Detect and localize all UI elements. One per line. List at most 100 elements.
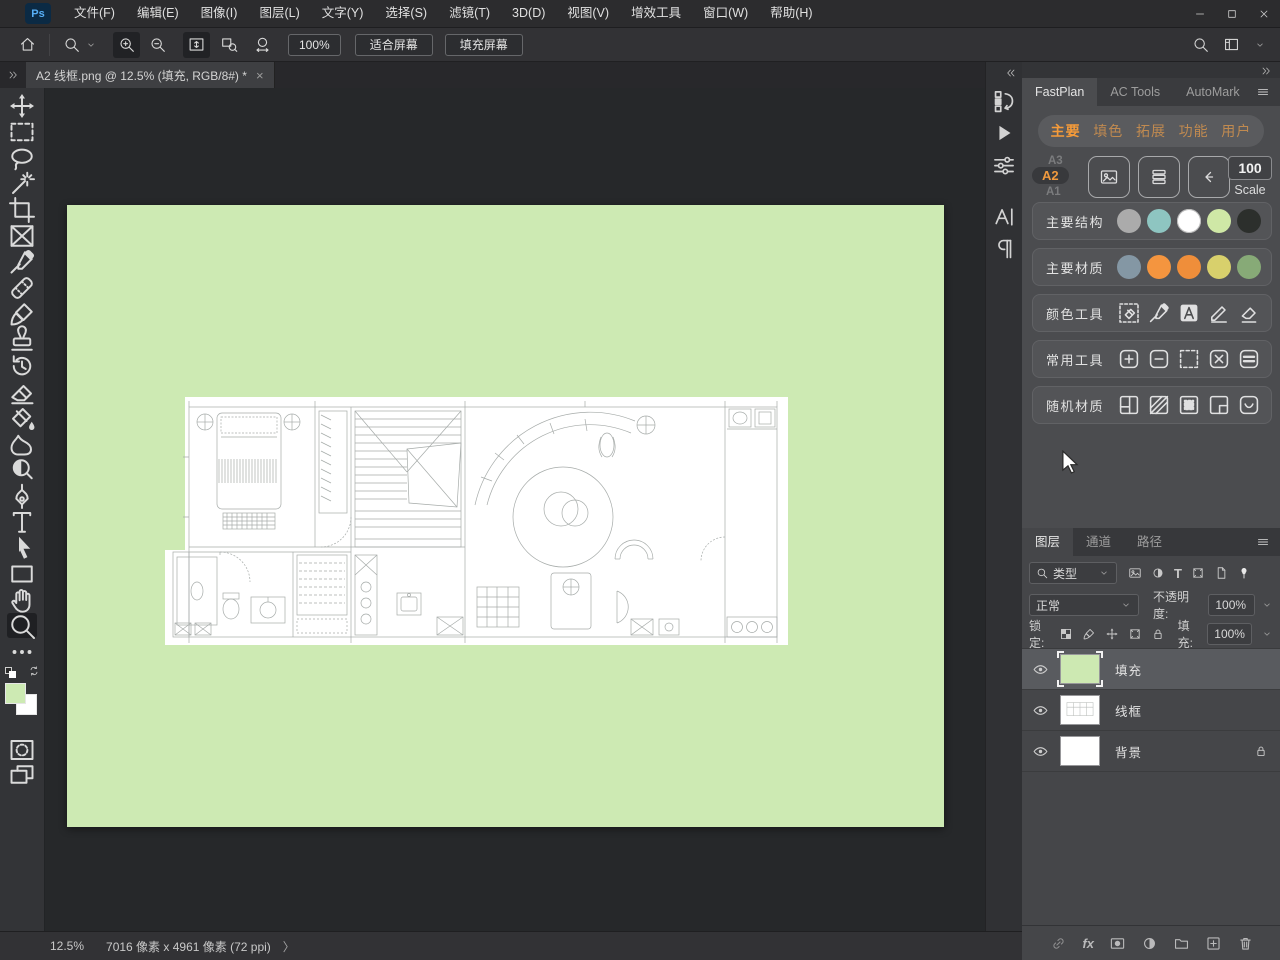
eraser-icon[interactable]: [1237, 301, 1261, 325]
color-swatch-3[interactable]: [1177, 209, 1201, 233]
menu-item-8[interactable]: 3D(D): [501, 0, 556, 27]
screen-mode-icon[interactable]: [7, 763, 37, 788]
menu-item-2[interactable]: 编辑(E): [126, 0, 190, 27]
fill-dropdown[interactable]: 100%: [1207, 623, 1252, 645]
opacity-dropdown[interactable]: 100%: [1208, 594, 1255, 616]
paragraph-panel-icon[interactable]: [991, 236, 1017, 262]
menu-item-11[interactable]: 窗口(W): [692, 0, 759, 27]
pencil-icon[interactable]: [1207, 301, 1231, 325]
adjustment-layer-icon[interactable]: [1141, 935, 1158, 952]
split-box-icon[interactable]: [1117, 393, 1141, 417]
fill-screen-button[interactable]: 填充屏幕: [445, 34, 523, 56]
layer-visibility-icon[interactable]: [1022, 702, 1058, 719]
foreground-color-swatch[interactable]: [5, 683, 26, 704]
history-panel-icon[interactable]: [991, 88, 1017, 114]
layer-thumbnail[interactable]: [1060, 695, 1100, 725]
dashed-box-icon[interactable]: [1177, 347, 1201, 371]
eraser-tool[interactable]: [7, 379, 37, 404]
document-close-icon[interactable]: ×: [256, 68, 264, 83]
zoom-out-toggle[interactable]: [144, 32, 171, 58]
x-box-icon[interactable]: [1207, 347, 1231, 371]
fastplan-subtab-5[interactable]: 用户: [1221, 121, 1251, 141]
plus-box-icon[interactable]: [1117, 347, 1141, 371]
color-swatch-5[interactable]: [1237, 255, 1261, 279]
maximize-button[interactable]: [1216, 0, 1248, 27]
fastplan-tab-fastplan[interactable]: FastPlan: [1022, 78, 1097, 106]
filter-type-dropdown[interactable]: 类型: [1029, 562, 1117, 584]
zoom-tool[interactable]: [7, 613, 37, 638]
swap-colors-icon[interactable]: [28, 665, 40, 677]
fastplan-menu-icon[interactable]: [1256, 85, 1270, 99]
path-select-tool[interactable]: [7, 535, 37, 560]
minimize-button[interactable]: [1184, 0, 1216, 27]
zoom-tool-badge-icon[interactable]: [58, 32, 85, 58]
color-swatch-4[interactable]: [1207, 255, 1231, 279]
color-swatch-2[interactable]: [1147, 209, 1171, 233]
layers-tab-2[interactable]: 通道: [1073, 528, 1124, 556]
menu-item-9[interactable]: 视图(V): [556, 0, 620, 27]
fit-screen-button[interactable]: 适合屏幕: [355, 34, 433, 56]
workspace-chevron-icon[interactable]: [1254, 39, 1266, 51]
color-swatch-2[interactable]: [1147, 255, 1171, 279]
scale-value-input[interactable]: 100: [1228, 156, 1272, 180]
corner-box-icon[interactable]: [1207, 393, 1231, 417]
layer-name[interactable]: 线框: [1115, 701, 1142, 720]
layers-menu-icon[interactable]: [1256, 535, 1270, 549]
more-tools[interactable]: [7, 639, 37, 664]
image-button[interactable]: [1088, 156, 1130, 198]
lock-position-icon[interactable]: [1105, 627, 1119, 641]
lock-artboard-icon[interactable]: [1128, 627, 1142, 641]
new-layer-icon[interactable]: [1205, 935, 1222, 952]
filter-smart-objects-icon[interactable]: [1214, 566, 1228, 580]
list-button[interactable]: [1138, 156, 1180, 198]
eyedropper-tool[interactable]: [7, 249, 37, 274]
fastplan-subtab-3[interactable]: 拓展: [1136, 121, 1166, 141]
filter-pixel-layers-icon[interactable]: [1128, 566, 1142, 580]
paint-bucket-tool[interactable]: [7, 405, 37, 430]
tool-preset-chevron-icon[interactable]: [85, 39, 97, 51]
lock-pixels-icon[interactable]: [1082, 627, 1096, 641]
minus-box-icon[interactable]: [1147, 347, 1171, 371]
type-tool[interactable]: [7, 509, 37, 534]
layers-tab-3[interactable]: 路径: [1124, 528, 1175, 556]
shape-tool[interactable]: [7, 561, 37, 586]
workspace-switcher-icon[interactable]: [1223, 36, 1240, 53]
smudge-tool[interactable]: [7, 431, 37, 456]
zoom-percent-button[interactable]: 100%: [288, 34, 341, 56]
delete-layer-icon[interactable]: [1237, 935, 1254, 952]
layer-visibility-icon[interactable]: [1022, 661, 1058, 678]
zoom-in-toggle[interactable]: [113, 32, 140, 58]
menu-item-10[interactable]: 增效工具: [620, 0, 692, 27]
expand-panels-icon[interactable]: [1005, 67, 1017, 79]
paper-size-a3[interactable]: A3: [1048, 155, 1063, 167]
blend-mode-dropdown[interactable]: 正常: [1029, 594, 1139, 616]
filter-type-layers-icon[interactable]: T: [1174, 566, 1182, 581]
resize-windows-toggle[interactable]: [183, 32, 210, 58]
brush-tool[interactable]: [7, 301, 37, 326]
layer-row-线框[interactable]: 线框: [1022, 690, 1280, 731]
document-tab[interactable]: A2 线框.png @ 12.5% (填充, RGB/8#) * ×: [26, 62, 275, 88]
fastplan-tab-ac-tools[interactable]: AC Tools: [1097, 78, 1173, 106]
fastplan-subtab-4[interactable]: 功能: [1179, 121, 1209, 141]
menu-item-12[interactable]: 帮助(H): [759, 0, 823, 27]
magic-wand-tool[interactable]: [7, 171, 37, 196]
home-icon[interactable]: [14, 32, 41, 58]
properties-panel-icon[interactable]: [991, 152, 1017, 178]
link-layers-icon[interactable]: [1050, 935, 1067, 952]
filter-shape-layers-icon[interactable]: [1191, 566, 1205, 580]
layer-thumbnail[interactable]: [1060, 654, 1100, 684]
collapse-dock-icon[interactable]: [1260, 65, 1272, 77]
merge-box-icon[interactable]: [1237, 347, 1261, 371]
status-zoom-level[interactable]: 12.5%: [50, 939, 84, 953]
hatch-box-icon[interactable]: [1147, 393, 1171, 417]
status-chevron[interactable]: 〉: [283, 938, 295, 955]
fill-dashed-icon[interactable]: [1117, 301, 1141, 325]
color-swatch-1[interactable]: [1117, 255, 1141, 279]
layer-thumbnail[interactable]: [1060, 736, 1100, 766]
layer-row-背景[interactable]: 背景: [1022, 731, 1280, 772]
pattern-a-icon[interactable]: [1177, 301, 1201, 325]
fastplan-subtab-1[interactable]: 主要: [1051, 121, 1081, 141]
crop-tool[interactable]: [7, 197, 37, 222]
layers-tab-1[interactable]: 图层: [1022, 528, 1073, 556]
color-swatch-5[interactable]: [1237, 209, 1261, 233]
